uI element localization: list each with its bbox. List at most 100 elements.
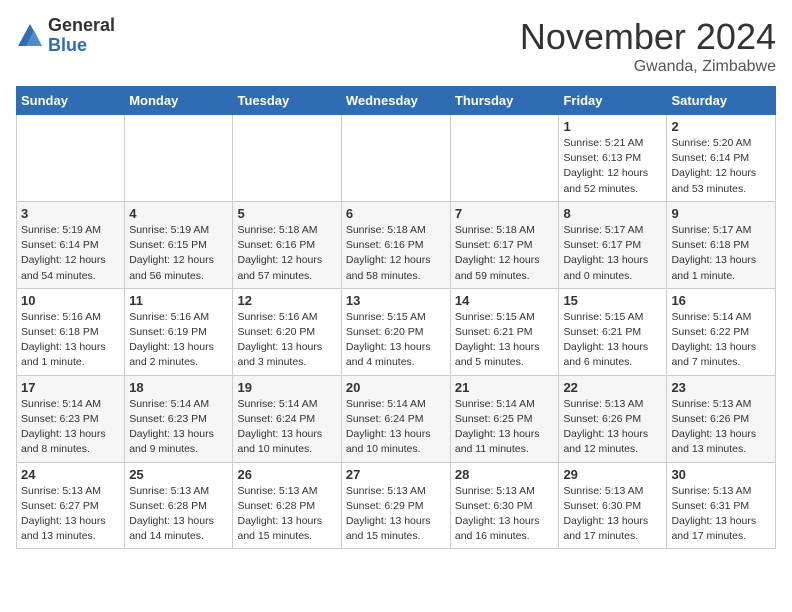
calendar-cell: 2Sunrise: 5:20 AMSunset: 6:14 PMDaylight… bbox=[667, 115, 776, 202]
day-info: Sunrise: 5:13 AMSunset: 6:26 PMDaylight:… bbox=[671, 397, 771, 458]
calendar-cell: 27Sunrise: 5:13 AMSunset: 6:29 PMDayligh… bbox=[341, 462, 450, 549]
day-number: 15 bbox=[563, 293, 662, 308]
col-header-wednesday: Wednesday bbox=[341, 87, 450, 115]
day-info: Sunrise: 5:15 AMSunset: 6:20 PMDaylight:… bbox=[346, 310, 446, 371]
day-number: 25 bbox=[129, 467, 228, 482]
calendar-cell: 21 Sunrise: 5:14 AMSunset: 6:25 PMDayligh… bbox=[450, 375, 559, 462]
month-title: November 2024 bbox=[520, 16, 776, 58]
calendar-cell: 15 Sunrise: 5:15 AMSunset: 6:21 PMDayligh… bbox=[559, 288, 667, 375]
day-number: 20 bbox=[346, 380, 446, 395]
calendar-cell: 14 Sunrise: 5:15 AMSunset: 6:21 PMDayligh… bbox=[450, 288, 559, 375]
calendar-cell: 8Sunrise: 5:17 AMSunset: 6:17 PMDaylight… bbox=[559, 201, 667, 288]
calendar-table: SundayMondayTuesdayWednesdayThursdayFrid… bbox=[16, 86, 776, 549]
day-number: 19 bbox=[237, 380, 336, 395]
logo-text: General Blue bbox=[48, 16, 115, 56]
calendar-cell: 28 Sunrise: 5:13 AMSunset: 6:30 PMDayligh… bbox=[450, 462, 559, 549]
day-info: Sunrise: 5:18 AMSunset: 6:16 PMDaylight:… bbox=[346, 223, 446, 284]
col-header-tuesday: Tuesday bbox=[233, 87, 341, 115]
day-info: Sunrise: 5:13 AMSunset: 6:30 PMDaylight:… bbox=[455, 484, 555, 545]
day-info: Sunrise: 5:13 AMSunset: 6:28 PMDaylight:… bbox=[129, 484, 228, 545]
week-row-0: 1 Sunrise: 5:21 AMSunset: 6:13 PMDaylight… bbox=[17, 115, 776, 202]
week-row-3: 17 Sunrise: 5:14 AMSunset: 6:23 PMDayligh… bbox=[17, 375, 776, 462]
logo: General Blue bbox=[16, 16, 115, 56]
day-number: 11 bbox=[129, 293, 228, 308]
day-number: 13 bbox=[346, 293, 446, 308]
day-info: Sunrise: 5:18 AMSunset: 6:17 PMDaylight:… bbox=[455, 223, 555, 284]
calendar-cell: 18 Sunrise: 5:14 AMSunset: 6:23 PMDayligh… bbox=[125, 375, 233, 462]
location: Gwanda, Zimbabwe bbox=[520, 58, 776, 76]
calendar-header: SundayMondayTuesdayWednesdayThursdayFrid… bbox=[17, 87, 776, 115]
week-row-4: 24 Sunrise: 5:13 AMSunset: 6:27 PMDayligh… bbox=[17, 462, 776, 549]
day-info: Sunrise: 5:16 AMSunset: 6:19 PMDaylight:… bbox=[129, 310, 228, 371]
day-info: Sunrise: 5:14 AMSunset: 6:22 PMDaylight:… bbox=[671, 310, 771, 371]
calendar-cell: 12 Sunrise: 5:16 AMSunset: 6:20 PMDayligh… bbox=[233, 288, 341, 375]
day-number: 27 bbox=[346, 467, 446, 482]
day-number: 23 bbox=[671, 380, 771, 395]
calendar-cell: 29Sunrise: 5:13 AMSunset: 6:30 PMDayligh… bbox=[559, 462, 667, 549]
col-header-sunday: Sunday bbox=[17, 87, 125, 115]
day-info: Sunrise: 5:13 AMSunset: 6:31 PMDaylight:… bbox=[671, 484, 771, 545]
day-number: 30 bbox=[671, 467, 771, 482]
calendar-cell: 25 Sunrise: 5:13 AMSunset: 6:28 PMDayligh… bbox=[125, 462, 233, 549]
day-number: 24 bbox=[21, 467, 120, 482]
day-number: 17 bbox=[21, 380, 120, 395]
day-number: 4 bbox=[129, 206, 228, 221]
calendar-cell: 3 Sunrise: 5:19 AMSunset: 6:14 PMDaylight… bbox=[17, 201, 125, 288]
calendar-cell: 9 Sunrise: 5:17 AMSunset: 6:18 PMDaylight… bbox=[667, 201, 776, 288]
day-number: 18 bbox=[129, 380, 228, 395]
logo-general: General bbox=[48, 16, 115, 36]
calendar-cell: 23 Sunrise: 5:13 AMSunset: 6:26 PMDayligh… bbox=[667, 375, 776, 462]
col-header-friday: Friday bbox=[559, 87, 667, 115]
calendar-body: 1 Sunrise: 5:21 AMSunset: 6:13 PMDaylight… bbox=[17, 115, 776, 549]
calendar-cell: 16 Sunrise: 5:14 AMSunset: 6:22 PMDayligh… bbox=[667, 288, 776, 375]
calendar-cell: 6 Sunrise: 5:18 AMSunset: 6:16 PMDaylight… bbox=[341, 201, 450, 288]
page-header: General Blue November 2024 Gwanda, Zimba… bbox=[16, 16, 776, 76]
day-info: Sunrise: 5:17 AMSunset: 6:17 PMDaylight:… bbox=[563, 223, 662, 284]
day-info: Sunrise: 5:16 AMSunset: 6:20 PMDaylight:… bbox=[237, 310, 336, 371]
col-header-saturday: Saturday bbox=[667, 87, 776, 115]
calendar-cell: 17Sunrise: 5:14 AMSunset: 6:23 PMDayligh… bbox=[17, 375, 125, 462]
day-number: 3 bbox=[21, 206, 120, 221]
day-info: Sunrise: 5:19 AMSunset: 6:15 PMDaylight:… bbox=[129, 223, 228, 284]
calendar-cell: 24 Sunrise: 5:13 AMSunset: 6:27 PMDayligh… bbox=[17, 462, 125, 549]
day-info: Sunrise: 5:21 AMSunset: 6:13 PMDaylight:… bbox=[563, 136, 662, 197]
day-info: Sunrise: 5:13 AMSunset: 6:27 PMDaylight:… bbox=[21, 484, 120, 545]
day-number: 6 bbox=[346, 206, 446, 221]
day-info: Sunrise: 5:15 AMSunset: 6:21 PMDaylight:… bbox=[563, 310, 662, 371]
calendar-cell: 26 Sunrise: 5:13 AMSunset: 6:28 PMDayligh… bbox=[233, 462, 341, 549]
calendar-cell: 11 Sunrise: 5:16 AMSunset: 6:19 PMDayligh… bbox=[125, 288, 233, 375]
calendar-cell bbox=[450, 115, 559, 202]
calendar-cell: 10Sunrise: 5:16 AMSunset: 6:18 PMDayligh… bbox=[17, 288, 125, 375]
day-info: Sunrise: 5:15 AMSunset: 6:21 PMDaylight:… bbox=[455, 310, 555, 371]
day-number: 12 bbox=[237, 293, 336, 308]
day-info: Sunrise: 5:19 AMSunset: 6:14 PMDaylight:… bbox=[21, 223, 120, 284]
day-info: Sunrise: 5:14 AMSunset: 6:24 PMDaylight:… bbox=[346, 397, 446, 458]
day-info: Sunrise: 5:17 AMSunset: 6:18 PMDaylight:… bbox=[671, 223, 771, 284]
logo-blue: Blue bbox=[48, 36, 115, 56]
day-info: Sunrise: 5:14 AMSunset: 6:25 PMDaylight:… bbox=[455, 397, 555, 458]
week-row-2: 10Sunrise: 5:16 AMSunset: 6:18 PMDayligh… bbox=[17, 288, 776, 375]
calendar-cell bbox=[17, 115, 125, 202]
calendar-cell: 19 Sunrise: 5:14 AMSunset: 6:24 PMDayligh… bbox=[233, 375, 341, 462]
day-info: Sunrise: 5:13 AMSunset: 6:26 PMDaylight:… bbox=[563, 397, 662, 458]
day-number: 9 bbox=[671, 206, 771, 221]
logo-icon bbox=[16, 22, 44, 50]
day-info: Sunrise: 5:13 AMSunset: 6:28 PMDaylight:… bbox=[237, 484, 336, 545]
calendar-cell: 5Sunrise: 5:18 AMSunset: 6:16 PMDaylight… bbox=[233, 201, 341, 288]
day-number: 21 bbox=[455, 380, 555, 395]
calendar-cell bbox=[233, 115, 341, 202]
day-number: 28 bbox=[455, 467, 555, 482]
title-block: November 2024 Gwanda, Zimbabwe bbox=[520, 16, 776, 76]
calendar-cell: 20 Sunrise: 5:14 AMSunset: 6:24 PMDayligh… bbox=[341, 375, 450, 462]
day-number: 26 bbox=[237, 467, 336, 482]
calendar-cell: 4 Sunrise: 5:19 AMSunset: 6:15 PMDaylight… bbox=[125, 201, 233, 288]
header-row: SundayMondayTuesdayWednesdayThursdayFrid… bbox=[17, 87, 776, 115]
day-number: 14 bbox=[455, 293, 555, 308]
day-number: 29 bbox=[563, 467, 662, 482]
day-info: Sunrise: 5:14 AMSunset: 6:23 PMDaylight:… bbox=[129, 397, 228, 458]
day-number: 16 bbox=[671, 293, 771, 308]
day-number: 1 bbox=[563, 119, 662, 134]
calendar-cell: 30 Sunrise: 5:13 AMSunset: 6:31 PMDayligh… bbox=[667, 462, 776, 549]
day-info: Sunrise: 5:14 AMSunset: 6:24 PMDaylight:… bbox=[237, 397, 336, 458]
day-info: Sunrise: 5:18 AMSunset: 6:16 PMDaylight:… bbox=[237, 223, 336, 284]
